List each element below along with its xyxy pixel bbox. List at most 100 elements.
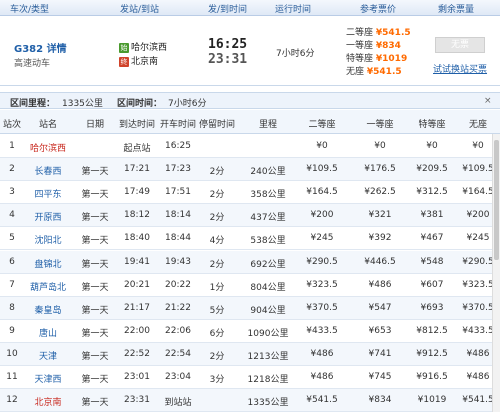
col-station: 站名: [38, 120, 58, 130]
from-station-name: 哈尔滨西: [131, 43, 168, 53]
station-link[interactable]: 秦皇岛: [34, 303, 61, 316]
table-row: 4 开原西 第一天 18:12 18:14 2分 437公里 ¥200 ¥321 ¥381 ¥200: [0, 204, 500, 228]
station-link[interactable]: 长春西: [34, 164, 61, 177]
station-link[interactable]: 四平东: [34, 187, 61, 200]
table-cell: 23:01: [124, 372, 150, 382]
table-cell: ¥916.5: [416, 372, 448, 382]
table-cell: ¥164.5: [306, 187, 338, 198]
table-cell: ¥0: [316, 141, 328, 151]
fare-second-class: 二等座 ¥541.5: [346, 28, 411, 38]
table-cell: 22:06: [165, 325, 191, 336]
col-noseat: 无座: [468, 120, 488, 130]
table-cell: 2分: [209, 351, 225, 362]
scrollbar-thumb[interactable]: [494, 140, 499, 260]
station-link[interactable]: 天津: [39, 349, 57, 362]
header-remaining: 剩余票量: [438, 5, 475, 15]
interval-bar: 区间里程： 1335公里 区间时间： 7小时6分 ×: [0, 92, 500, 109]
table-cell: 2分: [209, 213, 225, 224]
table-cell: ¥0: [374, 141, 386, 151]
table-row: 9 唐山 第一天 22:00 22:06 6分 1090公里 ¥433.5 ¥653 ¥812.5…: [0, 320, 500, 343]
table-cell: 18:44: [165, 233, 191, 244]
table-cell: ¥607: [420, 279, 444, 290]
table-cell: 第一天: [81, 398, 109, 409]
table-cell: ¥109.5: [306, 164, 338, 175]
table-cell: ¥321: [368, 210, 392, 221]
table-cell: ¥745: [368, 372, 392, 382]
table-cell: 第一天: [81, 259, 109, 270]
to-station-name: 北京南: [131, 57, 159, 67]
table-cell: 22:54: [165, 348, 191, 359]
no-ticket-button[interactable]: 无票: [435, 37, 485, 53]
table-cell: ¥0: [426, 141, 438, 151]
station-link[interactable]: 北京南: [34, 395, 61, 408]
col-date: 日期: [85, 120, 105, 130]
close-icon[interactable]: ×: [484, 96, 492, 106]
table-cell: ¥290.5: [462, 256, 494, 267]
table-cell: 20:21: [124, 279, 150, 290]
train-summary: G382 详情 高速动车 始哈尔滨西 终北京南 16:25 23:31 7小时6…: [0, 16, 500, 86]
table-cell: 第一天: [81, 190, 109, 201]
table-cell: ¥245: [466, 233, 490, 244]
table-row: 10 天津 第一天 22:52 22:54 2分 1213公里 ¥486 ¥741 ¥912.5 ¥…: [0, 342, 500, 366]
table-cell: ¥262.5: [364, 187, 396, 198]
table-cell: ¥467: [420, 233, 444, 244]
table-cell: 19:43: [165, 256, 191, 267]
col-depart: 开车时间: [159, 120, 197, 130]
table-cell: ¥164.5: [462, 187, 494, 198]
table-cell: 4分: [209, 236, 225, 247]
table-cell: ¥548: [420, 256, 444, 267]
fare-first-class: 一等座 ¥834: [346, 41, 401, 51]
table-cell: 17:49: [124, 187, 150, 198]
table-cell: 9: [9, 325, 15, 336]
station-link[interactable]: 沈阳北: [34, 233, 61, 246]
table-cell: 22:52: [124, 348, 150, 359]
station-link[interactable]: 盘锦北: [34, 257, 61, 270]
table-cell: ¥433.5: [306, 325, 338, 336]
interval-time-label: 区间时间：: [117, 99, 163, 109]
station-link[interactable]: 哈尔滨西: [30, 141, 66, 154]
station-link[interactable]: 开原西: [34, 210, 61, 223]
table-cell: ¥1019: [417, 395, 447, 406]
table-cell: 1090公里: [247, 328, 289, 339]
col-index: 站次: [2, 120, 22, 130]
table-row: 2 长春西 第一天 17:21 17:23 2分 240公里 ¥109.5 ¥176.5 ¥209…: [0, 158, 500, 182]
table-row: 5 沈阳北 第一天 18:40 18:44 4分 538公里 ¥245 ¥392 ¥467 ¥245: [0, 227, 500, 251]
table-cell: 240公里: [250, 167, 286, 178]
table-cell: 538公里: [250, 236, 286, 247]
header-times: 发/到时间: [208, 5, 248, 15]
station-link[interactable]: 葫芦岛北: [30, 280, 66, 293]
table-cell: 358公里: [250, 190, 286, 201]
arrive-time: 23:31: [208, 52, 248, 67]
table-cell: 21:17: [124, 302, 150, 313]
table-cell: 21:22: [165, 302, 191, 313]
station-link[interactable]: 唐山: [39, 326, 57, 339]
table-cell: 18:40: [124, 233, 150, 244]
table-cell: ¥741: [368, 348, 392, 359]
station-link[interactable]: 天津西: [34, 372, 61, 385]
table-cell: 16:25: [165, 141, 191, 151]
table-cell: ¥245: [310, 233, 334, 244]
table-cell: ¥392: [368, 233, 392, 244]
table-row: 3 四平东 第一天 17:49 17:51 2分 358公里 ¥164.5 ¥262.5 ¥312…: [0, 181, 500, 205]
table-cell: 10: [6, 348, 18, 359]
table-cell: 904公里: [250, 305, 286, 316]
table-cell: ¥0: [472, 141, 484, 151]
table-cell: ¥446.5: [364, 256, 396, 267]
from-station[interactable]: 始哈尔滨西: [119, 40, 167, 53]
table-cell: 437公里: [250, 213, 286, 224]
table-cell: 11: [6, 372, 18, 382]
train-code-link[interactable]: G382 详情: [14, 40, 67, 55]
table-cell: 第一天: [81, 328, 109, 339]
table-cell: 2分: [209, 167, 225, 178]
table-cell: 到站站: [164, 398, 192, 409]
table-cell: 1218公里: [247, 375, 289, 385]
table-cell: ¥433.5: [462, 325, 494, 336]
try-other-station-link[interactable]: 试试换站买票: [433, 62, 487, 75]
col-mileage: 里程: [258, 120, 278, 130]
table-cell: ¥486: [310, 348, 334, 359]
table-cell: ¥323.5: [462, 279, 494, 290]
table-cell: ¥541.5: [462, 395, 494, 406]
distance-label: 区间里程：: [10, 99, 56, 109]
scrollbar[interactable]: [492, 134, 500, 412]
to-station[interactable]: 终北京南: [119, 54, 158, 67]
